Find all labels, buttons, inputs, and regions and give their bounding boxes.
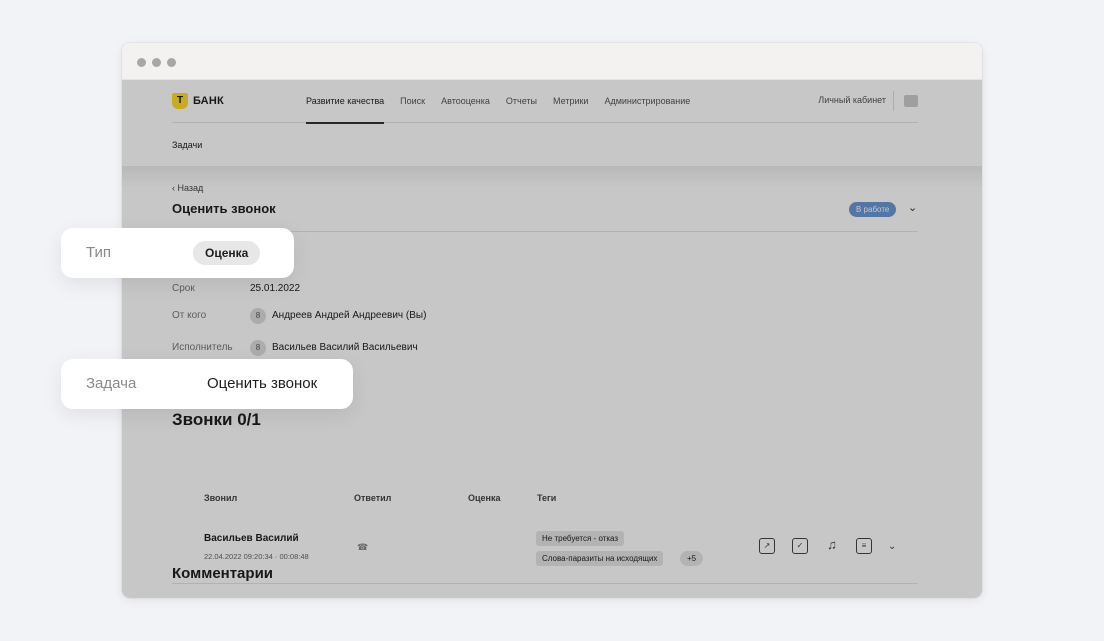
tab-tasks[interactable]: Задачи bbox=[172, 123, 203, 168]
app-content: Т БАНК Развитие качества Поиск Автооценк… bbox=[122, 80, 982, 598]
deadline-label: Срок bbox=[172, 283, 195, 294]
type-label: Тип bbox=[86, 244, 112, 261]
task-label: Задача bbox=[86, 375, 137, 392]
window-control-dot[interactable] bbox=[167, 58, 176, 67]
sub-navigation: Задачи bbox=[172, 123, 203, 168]
nav-item-autoeval[interactable]: Автооценка bbox=[441, 80, 490, 123]
tag-chip[interactable]: Слова-паразиты на исходящих bbox=[536, 551, 664, 566]
chat-icon[interactable]: ≡ bbox=[856, 538, 872, 554]
assignee-label: Исполнитель bbox=[172, 342, 233, 353]
nav-item-reports[interactable]: Отчеты bbox=[506, 80, 537, 123]
status-badge[interactable]: В работе bbox=[849, 202, 897, 217]
call-meta: 22.04.2022 09:20:34 · 00:08:48 bbox=[204, 552, 309, 561]
music-icon[interactable]: ♫ bbox=[824, 538, 840, 554]
deadline-value: 25.01.2022 bbox=[250, 283, 301, 294]
page-title: Оценить звонок bbox=[172, 201, 276, 216]
divider bbox=[172, 583, 918, 584]
from-value[interactable]: Андреев Андрей Андреевич (Вы) bbox=[272, 310, 426, 321]
calls-heading: Звонки 0/1 bbox=[172, 410, 261, 429]
task-value: Оценить звонок bbox=[207, 375, 318, 392]
from-label: От кого bbox=[172, 310, 207, 321]
nav-items: Развитие качества Поиск Автооценка Отчет… bbox=[306, 80, 706, 124]
nav-item-admin[interactable]: Администрирование bbox=[604, 80, 690, 123]
section-shade bbox=[122, 166, 982, 188]
top-navigation: Т БАНК Развитие качества Поиск Автооценк… bbox=[172, 80, 918, 124]
phone-icon: ☎ bbox=[357, 542, 369, 552]
more-tags-badge[interactable]: +5 bbox=[680, 551, 704, 566]
back-label: Назад bbox=[177, 183, 204, 193]
nav-item-quality[interactable]: Развитие качества bbox=[306, 80, 385, 124]
column-header-answered: Ответил bbox=[354, 493, 392, 503]
chevron-down-icon[interactable]: ⌄ bbox=[888, 541, 896, 552]
comments-heading: Комментарии bbox=[172, 565, 274, 582]
nav-divider bbox=[893, 91, 894, 111]
column-header-caller: Звонил bbox=[204, 493, 238, 503]
window-control-dot[interactable] bbox=[152, 58, 161, 67]
caller-name: Васильев Василий bbox=[204, 533, 299, 544]
nav-item-search[interactable]: Поиск bbox=[400, 80, 425, 123]
highlight-card-task: Задача Оценить звонок bbox=[61, 359, 353, 409]
assignee-value[interactable]: Васильев Василий Васильевич bbox=[272, 342, 418, 353]
browser-window: Т БАНК Развитие качества Поиск Автооценк… bbox=[122, 43, 982, 598]
nav-item-metrics[interactable]: Метрики bbox=[553, 80, 588, 123]
type-pill[interactable]: Оценка bbox=[193, 241, 261, 265]
user-icon: 8 bbox=[250, 340, 266, 356]
share-icon[interactable]: ↗ bbox=[759, 538, 775, 554]
browser-titlebar bbox=[122, 43, 982, 80]
clipboard-check-icon[interactable]: ✓ bbox=[792, 538, 808, 554]
back-link[interactable]: ‹ Назад bbox=[172, 183, 203, 193]
mail-icon[interactable] bbox=[904, 95, 918, 107]
column-header-tags: Теги bbox=[537, 493, 557, 503]
tag-chip[interactable]: Не требуется - отказ bbox=[536, 531, 625, 546]
user-icon: 8 bbox=[250, 308, 266, 324]
logo-badge: Т bbox=[172, 93, 188, 109]
chevron-down-icon[interactable]: ⌄ bbox=[908, 201, 917, 214]
window-control-dot[interactable] bbox=[137, 58, 146, 67]
personal-cabinet-link[interactable]: Личный кабинет bbox=[818, 95, 886, 105]
bank-logo[interactable]: Т БАНК bbox=[172, 93, 224, 109]
column-header-score: Оценка bbox=[468, 493, 501, 503]
highlight-card-type: Тип Оценка bbox=[61, 228, 294, 278]
logo-text: БАНК bbox=[193, 95, 224, 107]
